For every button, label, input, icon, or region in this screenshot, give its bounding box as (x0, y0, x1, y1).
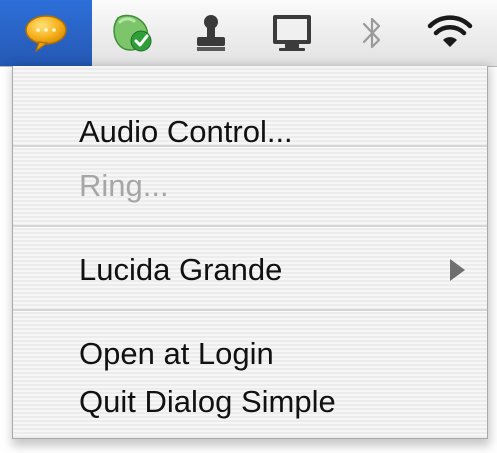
menu-item-label: Open at Login (79, 336, 274, 371)
menubar-item-dialog-simple[interactable] (0, 0, 92, 66)
menu-item-label: Audio Control... (79, 114, 293, 149)
menu-separator (13, 309, 487, 312)
menu-item-ring: Ring... (13, 166, 487, 206)
menu-separator (13, 225, 487, 228)
menu-item-open-at-login[interactable]: Open at Login (13, 334, 487, 374)
bluetooth-icon (358, 13, 386, 53)
menu-item-quit[interactable]: Quit Dialog Simple (13, 382, 487, 422)
submenu-arrow-icon (450, 259, 465, 281)
menu-bar (0, 0, 497, 67)
dropdown-menu: Audio Control... Ring... Lucida Grande O… (12, 66, 488, 439)
menubar-item-stamp[interactable] (178, 0, 244, 66)
menu-item-label: Quit Dialog Simple (79, 384, 336, 419)
wifi-icon (427, 13, 473, 53)
green-check-status-icon (110, 12, 154, 54)
display-icon (270, 12, 314, 54)
menubar-item-bluetooth[interactable] (342, 0, 402, 66)
menu-item-lucida-grande[interactable]: Lucida Grande (13, 250, 487, 290)
menu-separator (13, 145, 487, 148)
menu-item-label: Lucida Grande (79, 252, 283, 287)
menubar-item-status[interactable] (96, 0, 168, 66)
menubar-item-display[interactable] (254, 0, 330, 66)
menubar-item-wifi[interactable] (412, 0, 488, 66)
menu-item-label: Ring... (79, 168, 169, 203)
stamp-icon (193, 13, 229, 53)
speech-bubble-icon (23, 13, 69, 53)
